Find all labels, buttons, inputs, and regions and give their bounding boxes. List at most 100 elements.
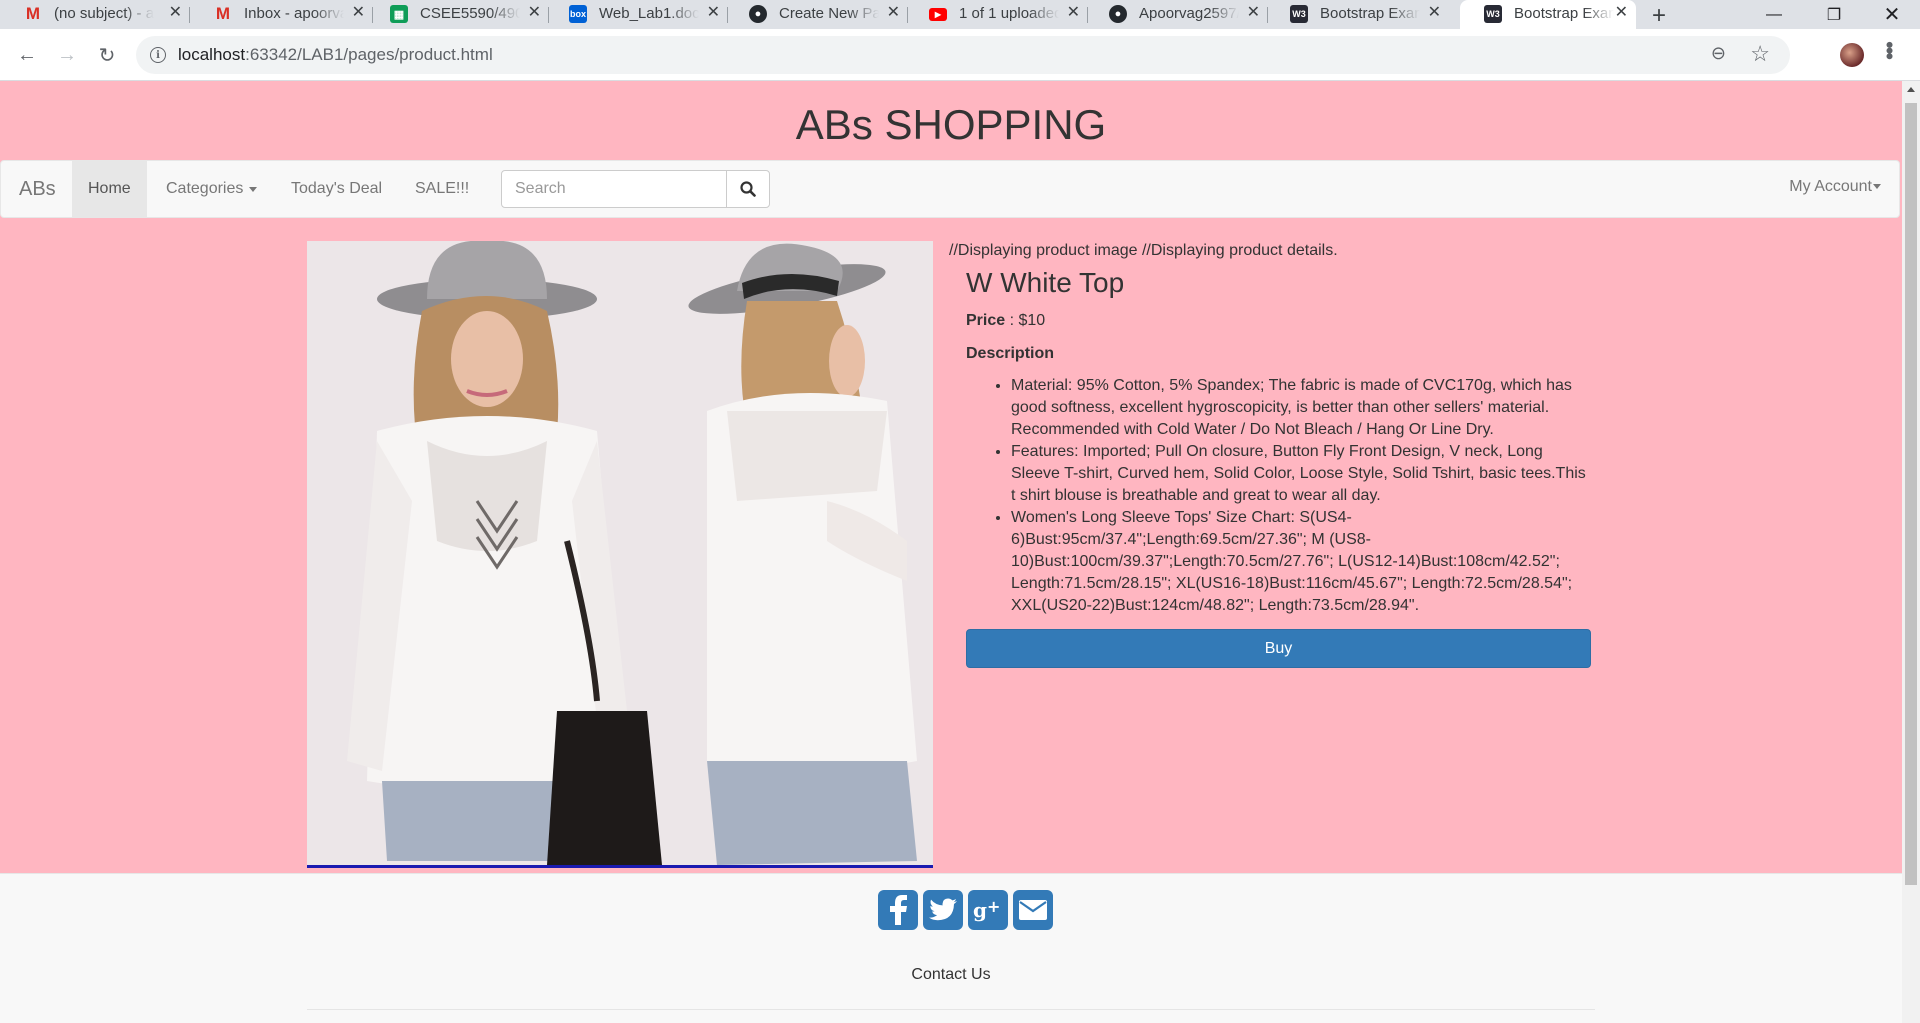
google-plus-icon[interactable]: g + [968, 890, 1008, 930]
site-footer: g + Contact Us [0, 873, 1902, 1023]
browser-tab[interactable]: box Web_Lab1.docx ✕ [545, 0, 728, 29]
browser-tab-active[interactable]: W3 Bootstrap Example ✕ [1460, 0, 1636, 29]
product-price: Price : $10 [966, 312, 1591, 330]
browser-tab-strip: M (no subject) - apoorvag ✕ M Inbox - ap… [0, 0, 1920, 29]
close-icon[interactable]: ✕ [352, 4, 365, 22]
close-icon[interactable]: ✕ [1615, 4, 1628, 22]
tab-title: (no subject) - apoorvag [54, 5, 154, 22]
product-name: W White Top [966, 267, 1125, 298]
forward-icon[interactable]: → [53, 41, 81, 69]
page-viewport: ABs SHOPPING ABs Home Categories Today's… [0, 81, 1902, 1023]
close-icon[interactable]: ✕ [528, 4, 541, 22]
browser-tab[interactable]: W3 Bootstrap Example ✕ [1266, 0, 1449, 29]
email-icon[interactable] [1013, 890, 1053, 930]
browser-tab[interactable]: ● Apoorvag2597/ ✕ [1085, 0, 1268, 29]
minimize-icon[interactable]: — [1746, 0, 1802, 29]
tab-title: 1 of 1 uploaded [959, 5, 1059, 22]
site-title: ABs SHOPPING [795, 101, 1107, 148]
close-icon[interactable]: ✕ [707, 4, 720, 22]
browser-tab[interactable]: ▶ 1 of 1 uploaded ✕ [905, 0, 1088, 29]
window-close-icon[interactable]: ✕ [1864, 0, 1920, 29]
restore-icon[interactable]: ❐ [1806, 0, 1862, 29]
contact-us-link[interactable]: Contact Us [0, 966, 1902, 984]
close-icon[interactable]: ✕ [1067, 4, 1080, 22]
description-heading: Description [966, 345, 1055, 362]
price-label: Price [966, 312, 1006, 329]
browser-tab[interactable]: ● Create New Page ✕ [725, 0, 908, 29]
back-icon[interactable]: ← [13, 41, 41, 69]
tab-title: Create New Page [779, 5, 879, 22]
site-navbar: ABs Home Categories Today's Deal SALE!!!… [0, 160, 1900, 218]
tab-title: Bootstrap Example [1514, 5, 1614, 22]
search-button[interactable] [726, 170, 770, 208]
w3schools-icon: W3 [1484, 5, 1502, 23]
box-icon: box [569, 5, 587, 23]
footer-divider [307, 1009, 1595, 1010]
browser-menu-icon[interactable]: ••• [1877, 41, 1902, 58]
nav-todays-deal[interactable]: Today's Deal [275, 161, 398, 217]
browser-tab[interactable]: M (no subject) - apoorvag ✕ [0, 0, 190, 29]
description-list: Material: 95% Cotton, 5% Spandex; The fa… [966, 375, 1591, 617]
debug-comment-text: //Displaying product image //Displaying … [949, 242, 1338, 259]
profile-avatar[interactable] [1840, 43, 1864, 67]
svg-text:g: g [973, 898, 987, 922]
nav-home-label: Home [88, 180, 131, 197]
site-info-icon[interactable]: i [150, 47, 166, 63]
url-host: localhost [178, 45, 246, 64]
youtube-icon: ▶ [929, 8, 947, 21]
browser-tab[interactable]: ▦ CSEE5590/490 ✕ [366, 0, 549, 29]
price-value: : $10 [1005, 312, 1046, 329]
svg-text:+: + [987, 898, 1000, 916]
product-photo-illustration [307, 241, 933, 865]
tab-title: Apoorvag2597/ [1139, 5, 1239, 22]
caret-down-icon [249, 186, 258, 192]
facebook-icon[interactable] [878, 890, 918, 930]
zoom-icon[interactable]: ⊖ [1711, 43, 1726, 64]
nav-categories-label: Categories [166, 180, 244, 197]
gmail-icon: M [25, 4, 41, 23]
address-bar[interactable]: i localhost:63342/LAB1/pages/product.htm… [136, 36, 1790, 74]
close-icon[interactable]: ✕ [1247, 4, 1260, 22]
bookmark-star-icon[interactable]: ☆ [1750, 41, 1770, 67]
sheets-icon: ▦ [390, 5, 408, 23]
nav-my-account-label: My Account [1789, 178, 1872, 195]
buy-button[interactable]: Buy [966, 629, 1591, 668]
caret-down-icon [1873, 184, 1881, 190]
url-path: :63342/LAB1/pages/product.html [245, 45, 493, 64]
browser-toolbar: ← → ↻ i localhost:63342/LAB1/pages/produ… [0, 29, 1920, 81]
nav-home[interactable]: Home [72, 161, 147, 217]
search-input[interactable] [501, 170, 727, 208]
navbar-brand[interactable]: ABs [19, 178, 56, 201]
description-item: Material: 95% Cotton, 5% Spandex; The fa… [1011, 375, 1591, 441]
description-item: Women's Long Sleeve Tops' Size Chart: S(… [1011, 507, 1591, 617]
github-icon: ● [749, 5, 767, 23]
browser-tab[interactable]: M Inbox - apoorvag ✕ [190, 0, 373, 29]
close-icon[interactable]: ✕ [169, 4, 182, 22]
nav-categories[interactable]: Categories [150, 161, 273, 217]
tab-title: Web_Lab1.docx [599, 5, 699, 22]
nav-my-account[interactable]: My Account [1789, 178, 1881, 196]
github-icon: ● [1109, 5, 1127, 23]
nav-todays-deal-label: Today's Deal [291, 180, 383, 197]
search-icon [740, 181, 756, 197]
new-tab-icon[interactable]: + [1652, 2, 1666, 30]
tab-title: CSEE5590/490 [420, 5, 520, 22]
page-scrollbar[interactable] [1902, 81, 1920, 1023]
nav-sale-label: SALE!!! [415, 180, 470, 197]
product-details: W White Top Price : $10 Description Mate… [966, 266, 1591, 668]
close-icon[interactable]: ✕ [1428, 4, 1441, 22]
product-image [307, 241, 933, 868]
url-text[interactable]: localhost:63342/LAB1/pages/product.html [178, 45, 493, 65]
w3schools-icon: W3 [1290, 5, 1308, 23]
scrollbar-thumb[interactable] [1905, 103, 1917, 885]
close-icon[interactable]: ✕ [887, 4, 900, 22]
social-links: g + [878, 890, 1053, 930]
tab-title: Bootstrap Example [1320, 5, 1420, 22]
reload-icon[interactable]: ↻ [93, 41, 121, 69]
nav-sale[interactable]: SALE!!! [399, 161, 485, 217]
twitter-icon[interactable] [923, 890, 963, 930]
gmail-icon: M [215, 4, 231, 23]
scroll-up-icon[interactable] [1907, 87, 1915, 92]
description-item: Features: Imported; Pull On closure, But… [1011, 441, 1591, 507]
tab-title: Inbox - apoorvag [244, 5, 344, 22]
